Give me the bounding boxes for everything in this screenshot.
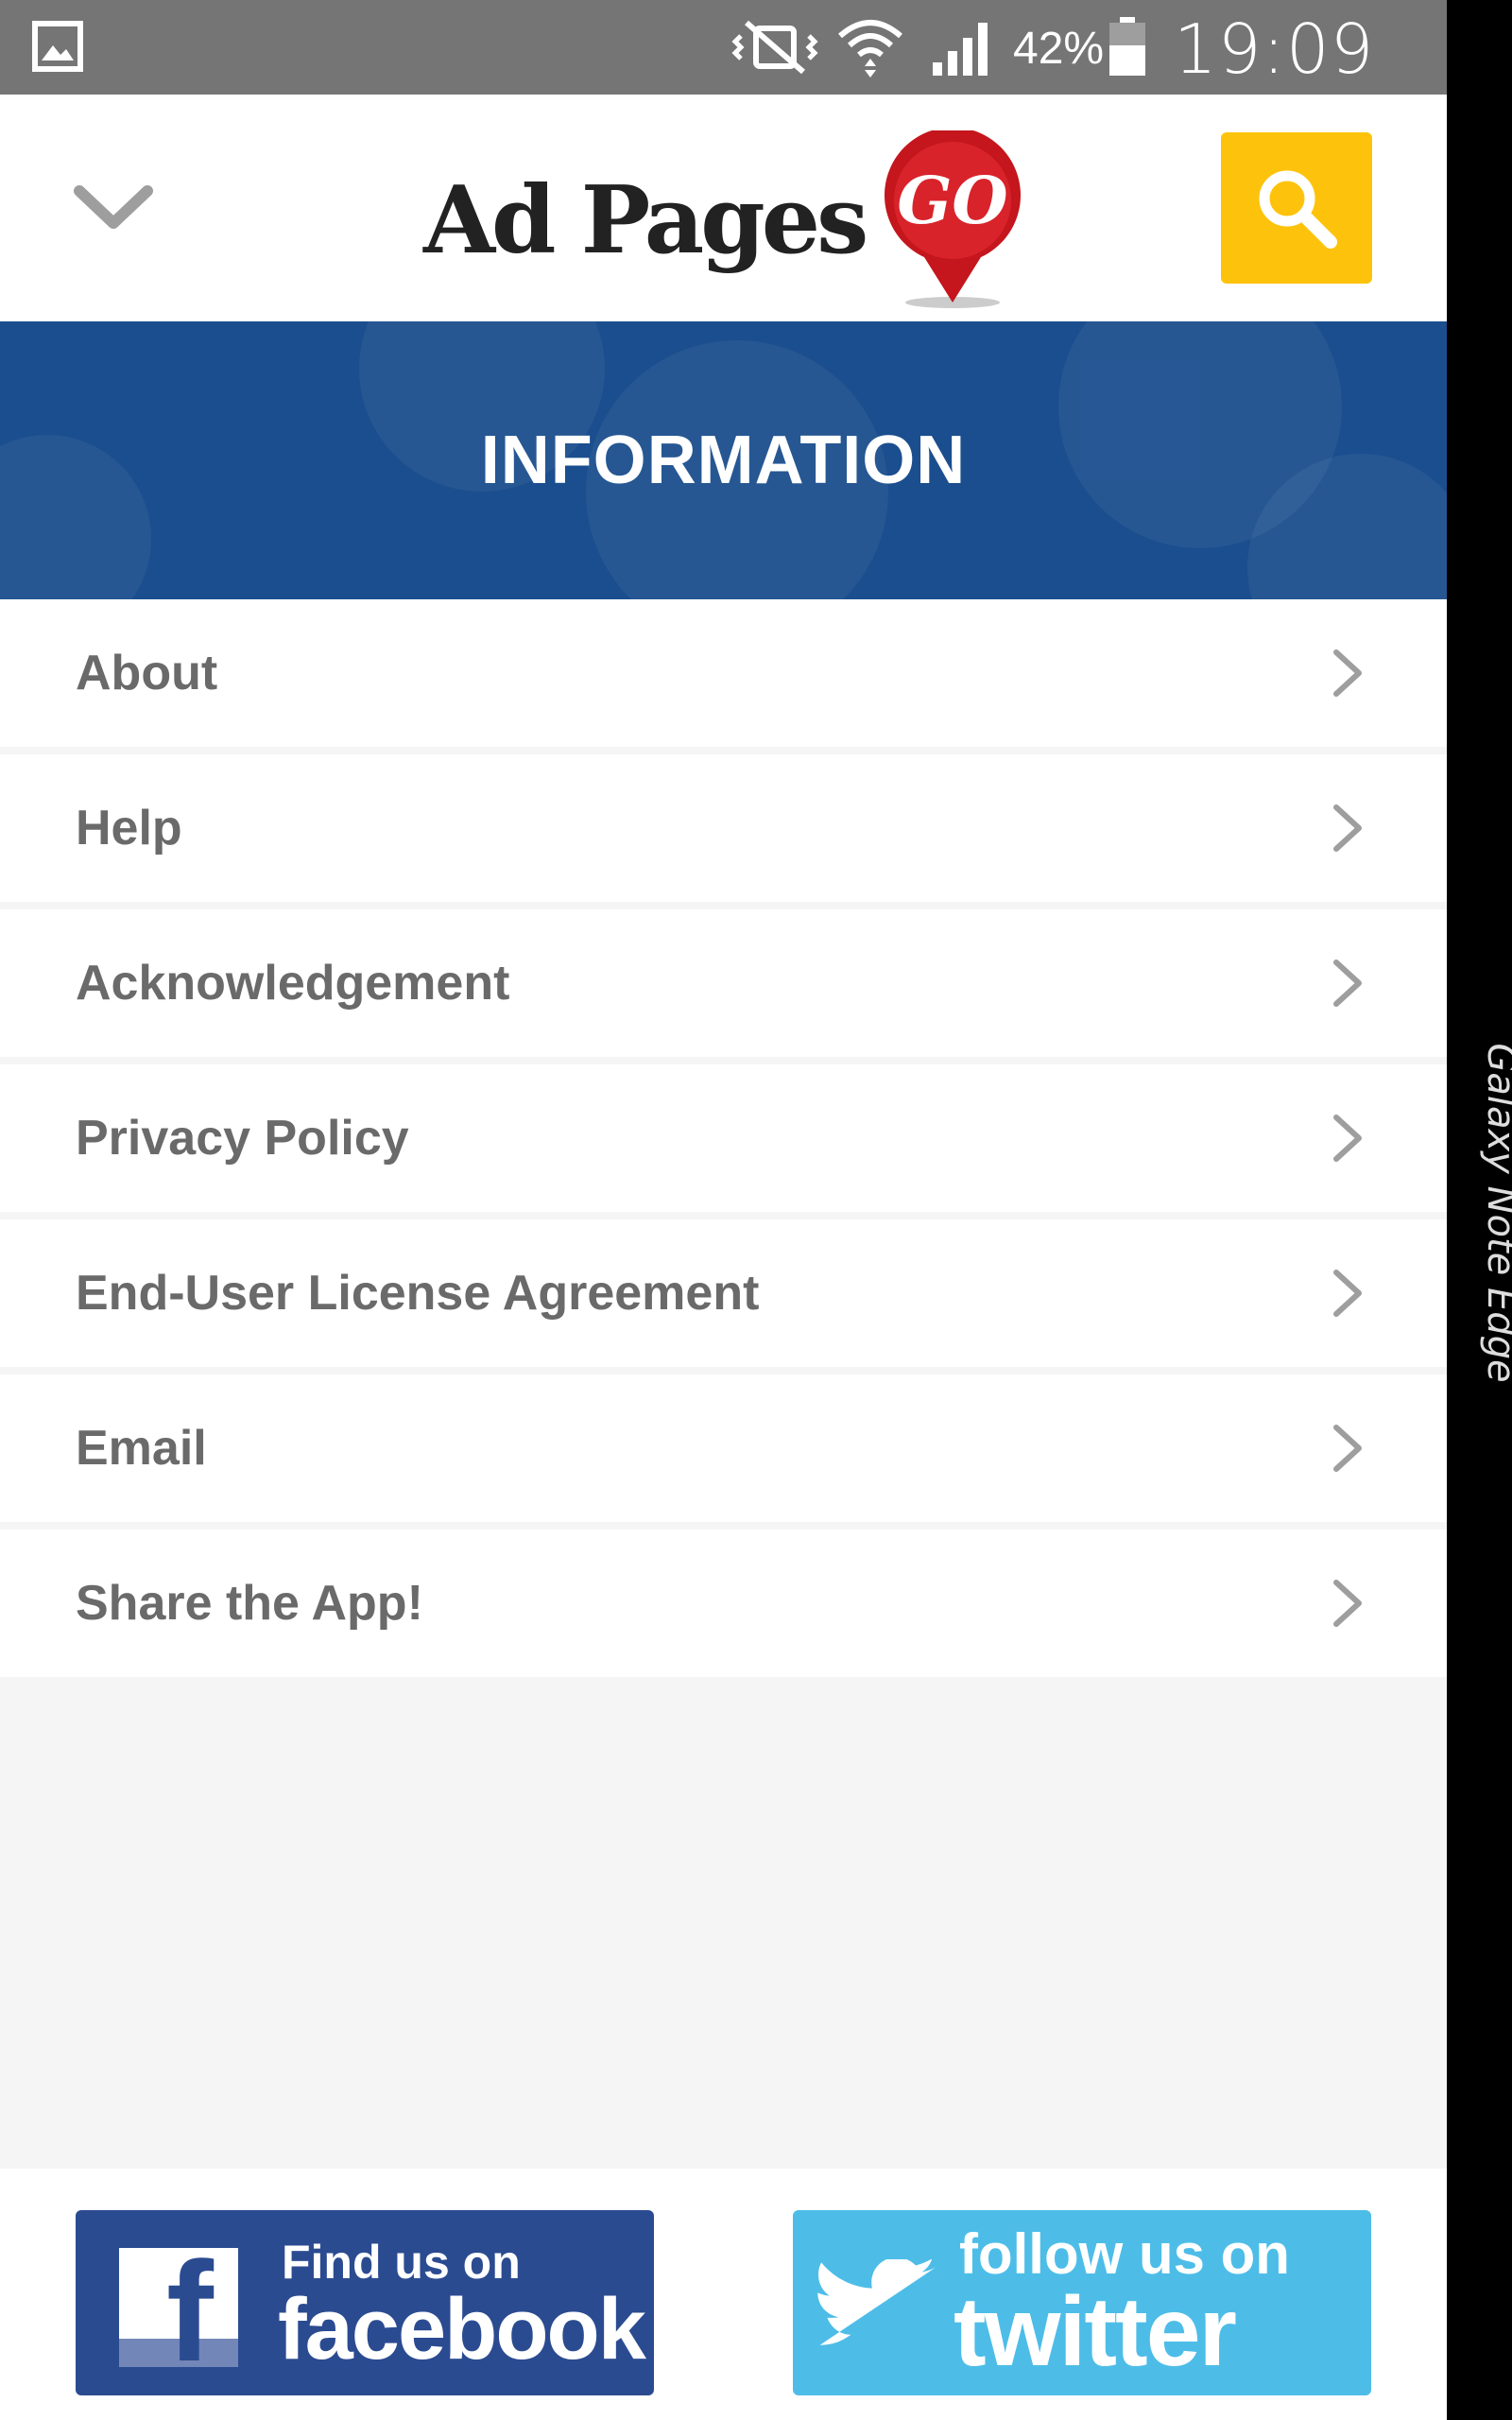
menu-item-eula[interactable]: End-User License Agreement [0,1219,1447,1367]
facebook-icon: f [119,2240,238,2382]
signal-icon [933,23,988,76]
facebook-icon-letter: f [166,2232,214,2391]
menu-item-label: Help [76,801,182,856]
search-icon [1259,170,1337,249]
menu-item-acknowledgement[interactable]: Acknowledgement [0,909,1447,1057]
menu-item-privacy-policy[interactable]: Privacy Policy [0,1064,1447,1212]
twitter-button[interactable]: follow us on twitter [793,2210,1371,2395]
battery-icon [1109,17,1145,76]
app-header: Ad Pages GO [0,95,1447,321]
gallery-icon [32,21,83,72]
app-logo: Ad Pages GO [423,130,1028,310]
status-clock: 19:09 [1174,9,1375,89]
facebook-button[interactable]: f Find us on facebook [76,2210,654,2395]
menu-item-email[interactable]: Email [0,1374,1447,1522]
edge-panel-label: Galaxy Note Edge [1472,1002,1512,1418]
menu-item-label: Acknowledgement [76,956,510,1011]
chevron-right-icon [1333,1580,1362,1627]
information-menu: About Help Acknowledgement Privacy Polic… [0,599,1447,1677]
facebook-line2: facebook [278,2281,646,2377]
menu-item-label: End-User License Agreement [76,1266,760,1321]
menu-item-label: Privacy Policy [76,1111,409,1166]
battery-percent: 42% [1013,24,1105,74]
logo-pin-icon: GO [885,130,1021,308]
menu-item-label: Email [76,1421,207,1476]
twitter-line2: twitter [954,2277,1237,2387]
chevron-right-icon [1333,649,1362,697]
menu-item-about[interactable]: About [0,599,1447,747]
wifi-icon [838,20,902,78]
app-screen: 42% 19:09 Ad Pages GO INFORMATION About … [0,0,1447,2420]
menu-item-label: Share the App! [76,1576,423,1631]
menu-item-help[interactable]: Help [0,754,1447,902]
chevron-right-icon [1333,1425,1362,1472]
chevron-down-icon[interactable] [74,178,153,234]
chevron-right-icon [1333,959,1362,1007]
menu-item-share-app[interactable]: Share the App! [0,1530,1447,1677]
search-button[interactable] [1221,132,1372,284]
chevron-right-icon [1333,804,1362,852]
chevron-right-icon [1333,1270,1362,1317]
page-title: INFORMATION [480,423,967,498]
social-footer: f Find us on facebook follow us on twitt… [0,2169,1447,2420]
information-banner: INFORMATION [0,321,1447,599]
vibrate-mute-icon [731,20,818,75]
chevron-right-icon [1333,1115,1362,1162]
twitter-bird-icon [817,2259,936,2345]
edge-label-text: Galaxy Note Edge [1479,1043,1512,1383]
logo-badge: GO [897,164,1007,239]
menu-item-label: About [76,646,218,700]
logo-text: Ad Pages [423,166,868,275]
status-bar: 42% 19:09 [0,0,1447,95]
